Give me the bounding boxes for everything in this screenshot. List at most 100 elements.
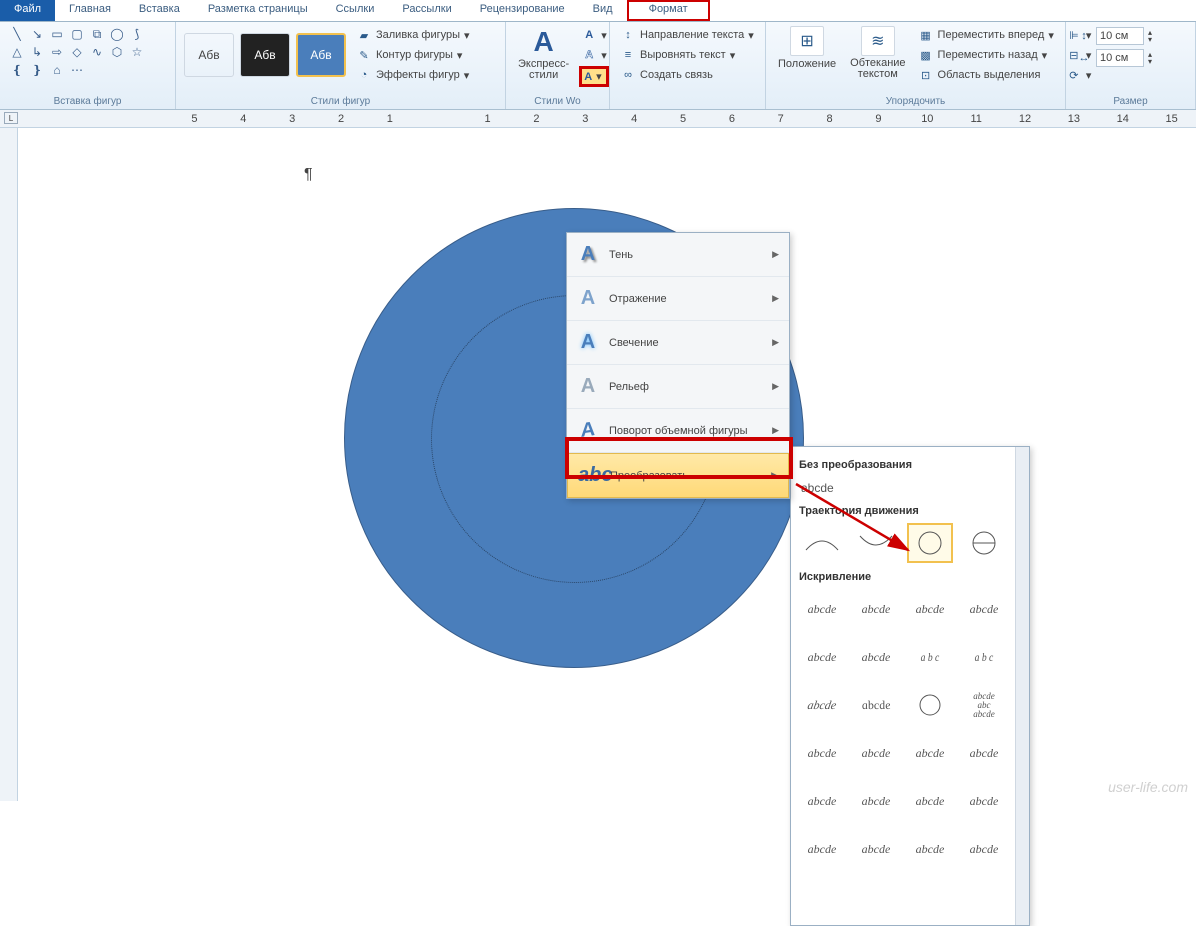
gallery-item-warp[interactable]: abcde [853, 589, 899, 629]
shape-hexagon-icon[interactable]: ⬡ [108, 44, 126, 60]
style-swatch-2[interactable]: Абв [240, 33, 290, 77]
gallery-item-warp[interactable]: abcdeabcabcde [961, 685, 1007, 725]
submenu-arrow-icon: ▶ [771, 470, 778, 481]
ruler-vertical[interactable] [0, 128, 18, 801]
tab-view[interactable]: Вид [579, 0, 627, 21]
group-text: ↕Направление текста ▾ ≡Выровнять текст ▾… [610, 22, 766, 109]
menu-reflection[interactable]: A Отражение▶ [567, 277, 789, 321]
menu-glow[interactable]: A Свечение▶ [567, 321, 789, 365]
tab-review[interactable]: Рецензирование [466, 0, 579, 21]
width-input[interactable] [1096, 49, 1144, 67]
gallery-item-warp[interactable]: abcde [907, 829, 953, 869]
gallery-item-path-arch[interactable] [799, 523, 845, 563]
shape-ellipse-icon[interactable]: ◯ [108, 26, 126, 42]
shape-callout-icon[interactable]: ⌂ [48, 62, 66, 78]
text-outline-button[interactable]: A▾ [579, 46, 609, 64]
position-button[interactable]: ⊞ Положение [772, 24, 842, 86]
tab-file[interactable]: Файл [0, 0, 55, 21]
ruler-horizontal[interactable]: L 5 4 3 2 1 1 2 3 4 5 6 7 8 9 10 11 12 1… [0, 110, 1196, 128]
gallery-item-path-circle[interactable] [907, 523, 953, 563]
gallery-scrollbar[interactable] [1015, 447, 1029, 925]
menu-shadow[interactable]: A Тень▶ [567, 233, 789, 277]
shape-brace2-icon[interactable]: ❵ [28, 62, 46, 78]
wrap-text-button[interactable]: ≋ Обтекание текстом [844, 24, 911, 86]
gallery-item-warp[interactable]: abcde [961, 829, 1007, 869]
shape-star-icon[interactable]: ☆ [128, 44, 146, 60]
gallery-item-warp[interactable]: abcde [853, 733, 899, 773]
gallery-item-warp[interactable]: abcde [961, 589, 1007, 629]
gallery-item-warp[interactable]: abcde [961, 781, 1007, 821]
style-swatch-1[interactable]: Абв [184, 33, 234, 77]
shape-outline-button[interactable]: ✎Контур фигуры ▾ [354, 46, 472, 64]
gallery-item-warp[interactable]: abcde [907, 589, 953, 629]
tab-insert[interactable]: Вставка [125, 0, 194, 21]
pencil-icon-icon: ✎ [356, 47, 372, 63]
tab-format[interactable]: Формат [627, 0, 710, 21]
menu-transform[interactable]: abc Преобразовать▶ [567, 453, 789, 498]
spinner-icon[interactable]: ▴▾ [1148, 29, 1152, 43]
selection-pane-button[interactable]: ⊡Область выделения [916, 66, 1056, 84]
shape-freeform-icon[interactable]: ⟆ [128, 26, 146, 42]
shape-connector-icon[interactable]: ↳ [28, 44, 46, 60]
tab-layout[interactable]: Разметка страницы [194, 0, 322, 21]
shapes-gallery[interactable]: ╲ ↘ ▭ ▢ ⧉ ◯ ⟆ △ ↳ ⇨ ◇ ∿ ⬡ ☆ ❴ ❵ ⌂ ⋯ [6, 24, 169, 80]
gallery-item-warp[interactable]: abcde [799, 829, 845, 869]
shape-roundrect-icon[interactable]: ▢ [68, 26, 86, 42]
shape-style-gallery[interactable]: Абв Абв Абв [182, 24, 348, 86]
gallery-item-warp[interactable]: a b c [966, 637, 1003, 677]
gallery-item-warp[interactable]: a b c [912, 637, 949, 677]
tab-selector-icon[interactable]: L [4, 112, 18, 124]
shape-textbox-icon[interactable]: ⧉ [88, 26, 106, 42]
gallery-item-path-button[interactable] [961, 523, 1007, 563]
rotation-a-icon: A [577, 417, 599, 443]
height-input[interactable] [1096, 27, 1144, 45]
bevel-a-icon: A [577, 375, 599, 398]
gallery-item-warp[interactable]: abcde [853, 781, 899, 821]
gallery-item-warp[interactable]: abcde [907, 733, 953, 773]
express-styles-button[interactable]: Экспресс- стили [518, 59, 569, 81]
gallery-item-warp[interactable]: abcde [849, 685, 902, 725]
gallery-item-warp[interactable]: abcde [961, 733, 1007, 773]
text-direction-button[interactable]: ↕Направление текста ▾ [618, 26, 757, 44]
send-backward-button[interactable]: ▩Переместить назад ▾ [916, 46, 1056, 64]
gallery-item-warp[interactable]: abcde [907, 781, 953, 821]
shape-triangle-icon[interactable]: △ [8, 44, 26, 60]
bring-forward-button[interactable]: ▦Переместить вперед ▾ [916, 26, 1056, 44]
shape-diamond-icon[interactable]: ◇ [68, 44, 86, 60]
shape-line-icon[interactable]: ╲ [8, 26, 26, 42]
shape-arrow-icon[interactable]: ↘ [28, 26, 46, 42]
menu-bevel[interactable]: A Рельеф▶ [567, 365, 789, 409]
shape-rect-icon[interactable]: ▭ [48, 26, 66, 42]
style-swatch-3[interactable]: Абв [296, 33, 346, 77]
menu-3d-rotation[interactable]: A Поворот объемной фигуры▶ [567, 409, 789, 453]
text-fill-button[interactable]: A▾ [579, 26, 609, 44]
gallery-item-warp[interactable] [907, 685, 953, 725]
height-field-row: ↕ ▴▾ [1074, 26, 1187, 46]
shadow-a-icon: A [577, 243, 599, 266]
shape-effects-button[interactable]: ◔Эффекты фигур ▾ [354, 66, 472, 84]
gallery-item-warp[interactable]: abcde [799, 733, 845, 773]
ruler-tick: 3 [268, 113, 317, 125]
gallery-item-warp[interactable]: abcde [799, 781, 845, 821]
tab-mailings[interactable]: Рассылки [388, 0, 465, 21]
tab-home[interactable]: Главная [55, 0, 125, 21]
tab-references[interactable]: Ссылки [322, 0, 389, 21]
text-effects-button[interactable]: A▾ [579, 66, 609, 87]
shape-more-icon[interactable]: ⋯ [68, 62, 86, 78]
gallery-item-warp[interactable]: abcde [853, 637, 899, 677]
gallery-item-path-arch-down[interactable] [853, 523, 899, 563]
gallery-item-warp[interactable]: abcde [853, 829, 899, 869]
shape-arrowblock-icon[interactable]: ⇨ [48, 44, 66, 60]
shape-curve-icon[interactable]: ∿ [88, 44, 106, 60]
shape-fill-button[interactable]: ▰Заливка фигуры ▾ [354, 26, 472, 44]
create-link-button[interactable]: ∞Создать связь [618, 66, 757, 84]
gallery-item-warp[interactable]: abcde [799, 589, 845, 629]
spinner-icon[interactable]: ▴▾ [1148, 51, 1152, 65]
gallery-item-warp[interactable]: abcde [799, 637, 845, 677]
gallery-item-warp[interactable]: abcde [795, 685, 848, 725]
align-text-button[interactable]: ≡Выровнять текст ▾ [618, 46, 757, 64]
group-label-wordart: Стили Wo [512, 96, 603, 107]
shape-brace-icon[interactable]: ❴ [8, 62, 26, 78]
text-outline-a-icon: A [581, 47, 597, 63]
gallery-item-none[interactable]: abcde [799, 477, 1021, 499]
